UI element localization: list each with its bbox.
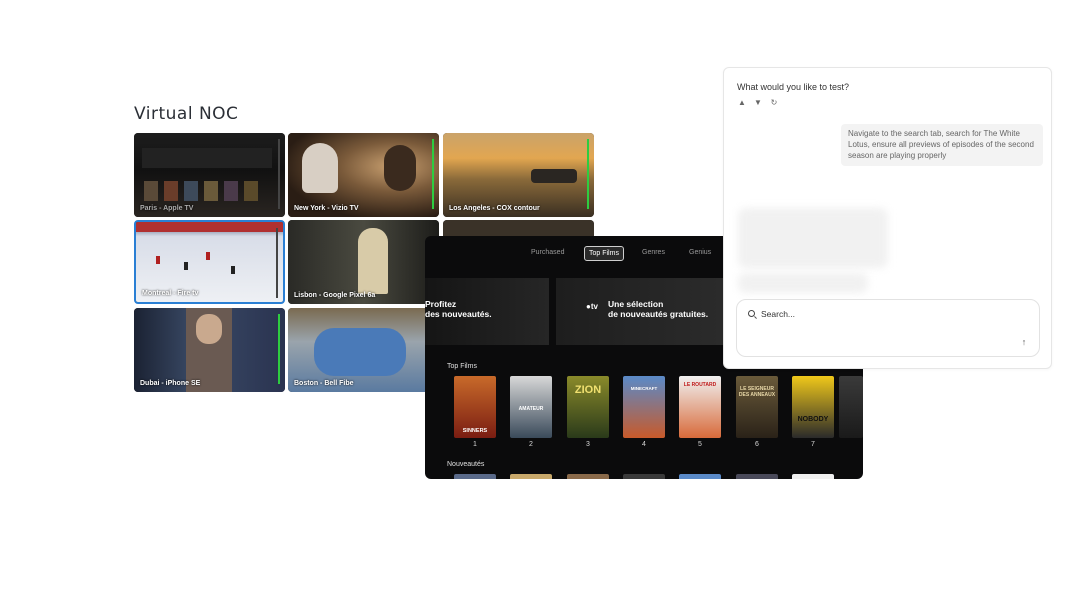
stream-tile-new-york[interactable]: New York - Vizio TV	[288, 133, 439, 217]
tab-purchased[interactable]: Purchased	[527, 246, 568, 259]
search-input[interactable]	[759, 306, 1003, 322]
movie-poster-partial[interactable]	[839, 376, 863, 438]
blurred-content	[738, 273, 868, 293]
signal-meter	[432, 139, 434, 209]
poster-rank: 2	[529, 441, 533, 448]
poster-rank: 4	[642, 441, 646, 448]
movie-poster[interactable]	[679, 474, 721, 479]
send-arrow-icon[interactable]: ↑	[1019, 337, 1029, 347]
user-message: Navigate to the search tab, search for T…	[841, 124, 1043, 166]
poster-rank: 1	[473, 441, 477, 448]
movie-poster[interactable]: ZION	[567, 376, 609, 438]
stream-tile-boston[interactable]: Boston - Bell Fibe	[288, 308, 439, 392]
stream-tile-paris[interactable]: Paris - Apple TV	[134, 133, 285, 217]
movie-poster[interactable]: SINNERS	[454, 376, 496, 438]
tile-label: Dubai - iPhone SE	[140, 380, 201, 387]
stream-tile-los-angeles[interactable]: Los Angeles - COX contour	[443, 133, 594, 217]
poster-rank: 7	[811, 441, 815, 448]
movie-poster[interactable]: NOBODY	[792, 376, 834, 438]
movie-poster[interactable]: LE SEIGNEUR DES ANNEAUX	[736, 376, 778, 438]
poster-title: LE SEIGNEUR DES ANNEAUX	[738, 386, 776, 398]
poster-title: AMATEUR	[518, 406, 544, 412]
tile-label: Lisbon - Google Pixel 6a	[294, 292, 376, 299]
tile-label: Montreal - Fire tv	[142, 290, 199, 297]
tile-label: New York - Vizio TV	[294, 205, 359, 212]
signal-meter	[276, 228, 278, 298]
thumbs-down-icon[interactable]: ▼	[754, 99, 762, 107]
movie-poster[interactable]	[510, 474, 552, 479]
tab-genius[interactable]: Genius	[685, 246, 715, 259]
tab-top-films[interactable]: Top Films	[584, 246, 624, 261]
poster-rank: 6	[755, 441, 759, 448]
movie-poster[interactable]	[792, 474, 834, 479]
page-title: Virtual NOC	[134, 104, 239, 124]
movie-poster[interactable]	[623, 474, 665, 479]
feedback-actions: ▲ ▼ ↻	[738, 99, 778, 107]
apple-tv-logo-icon: ●tv	[586, 302, 598, 311]
poster-rank: 3	[586, 441, 590, 448]
signal-meter	[278, 139, 280, 209]
apple-tv-logo-text: tv	[590, 302, 598, 311]
movie-poster[interactable]: MINECRAFT	[623, 376, 665, 438]
stream-tile-montreal[interactable]: Montreal - Fire tv	[134, 220, 285, 304]
chat-panel: What would you like to test? ▲ ▼ ↻ Navig…	[723, 67, 1052, 369]
poster-title: SINNERS	[462, 428, 488, 434]
movie-poster[interactable]: AMATEUR	[510, 376, 552, 438]
poster-title: MINECRAFT	[630, 386, 658, 391]
poster-title: NOBODY	[797, 416, 829, 423]
tile-label: Boston - Bell Fibe	[294, 380, 354, 387]
hero-right-text: Une sélection de nouveautés gratuites.	[608, 299, 709, 319]
movie-poster[interactable]	[567, 474, 609, 479]
tab-genres[interactable]: Genres	[638, 246, 669, 259]
search-icon	[748, 310, 755, 317]
stream-tile-lisbon[interactable]: Lisbon - Google Pixel 6a	[288, 220, 439, 304]
chat-question: What would you like to test?	[737, 82, 850, 92]
poster-title: LE ROUTARD	[683, 382, 717, 388]
thumbs-up-icon[interactable]: ▲	[738, 99, 746, 107]
movie-poster[interactable]	[454, 474, 496, 479]
hero-banner-left[interactable]: Profitez des nouveautés.	[425, 278, 549, 345]
section-new-releases: Nouveautés	[447, 461, 485, 468]
stream-tile-dubai[interactable]: Dubai - iPhone SE	[134, 308, 285, 392]
poster-title: ZION	[574, 384, 602, 396]
tile-label: Paris - Apple TV	[140, 205, 194, 212]
blurred-content	[738, 208, 888, 268]
signal-meter	[278, 314, 280, 384]
poster-rank: 5	[698, 441, 702, 448]
movie-poster[interactable]	[736, 474, 778, 479]
refresh-icon[interactable]: ↻	[770, 99, 778, 107]
signal-meter	[587, 139, 589, 209]
hero-banner-right[interactable]: ●tv Une sélection de nouveautés gratuite…	[556, 278, 746, 345]
tile-label: Los Angeles - COX contour	[449, 205, 540, 212]
section-top-films: Top Films	[447, 363, 477, 370]
hero-left-text: Profitez des nouveautés.	[425, 299, 492, 319]
chat-input-box[interactable]: ↑	[736, 299, 1040, 357]
movie-poster[interactable]: LE ROUTARD	[679, 376, 721, 438]
